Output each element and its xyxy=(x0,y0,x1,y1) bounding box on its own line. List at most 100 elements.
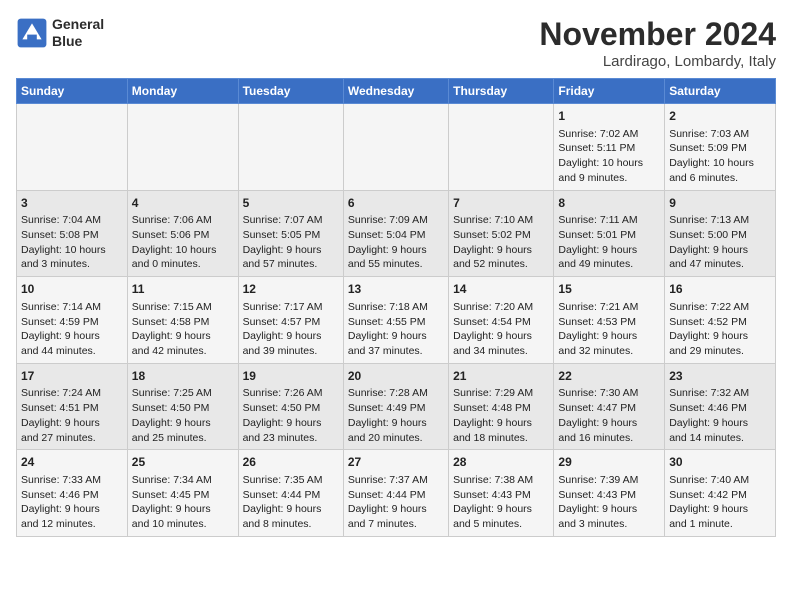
calendar-cell: 12Sunrise: 7:17 AMSunset: 4:57 PMDayligh… xyxy=(238,277,343,364)
day-info: and 18 minutes. xyxy=(453,431,549,446)
day-info: Sunset: 4:50 PM xyxy=(243,401,339,416)
calendar-cell: 15Sunrise: 7:21 AMSunset: 4:53 PMDayligh… xyxy=(554,277,665,364)
calendar-cell: 20Sunrise: 7:28 AMSunset: 4:49 PMDayligh… xyxy=(343,363,448,450)
day-info: and 8 minutes. xyxy=(243,517,339,532)
day-info: Daylight: 9 hours xyxy=(243,416,339,431)
calendar-cell xyxy=(238,104,343,191)
week-row-1: 1Sunrise: 7:02 AMSunset: 5:11 PMDaylight… xyxy=(17,104,776,191)
day-info: Daylight: 9 hours xyxy=(558,502,660,517)
day-info: Sunrise: 7:20 AM xyxy=(453,300,549,315)
calendar-cell: 3Sunrise: 7:04 AMSunset: 5:08 PMDaylight… xyxy=(17,190,128,277)
calendar-cell: 8Sunrise: 7:11 AMSunset: 5:01 PMDaylight… xyxy=(554,190,665,277)
calendar-body: 1Sunrise: 7:02 AMSunset: 5:11 PMDaylight… xyxy=(17,104,776,537)
calendar-cell: 6Sunrise: 7:09 AMSunset: 5:04 PMDaylight… xyxy=(343,190,448,277)
day-number: 20 xyxy=(348,368,444,385)
day-number: 29 xyxy=(558,454,660,471)
day-info: Sunset: 5:09 PM xyxy=(669,141,771,156)
day-number: 25 xyxy=(132,454,234,471)
day-info: Sunset: 4:46 PM xyxy=(21,488,123,503)
day-info: Daylight: 10 hours xyxy=(132,243,234,258)
day-info: Sunrise: 7:28 AM xyxy=(348,386,444,401)
day-info: Sunset: 4:53 PM xyxy=(558,315,660,330)
day-info: Sunset: 5:08 PM xyxy=(21,228,123,243)
logo-line2: Blue xyxy=(52,33,104,50)
day-info: and 39 minutes. xyxy=(243,344,339,359)
day-info: Sunset: 4:47 PM xyxy=(558,401,660,416)
day-info: Daylight: 9 hours xyxy=(669,243,771,258)
day-info: and 25 minutes. xyxy=(132,431,234,446)
day-info: Daylight: 9 hours xyxy=(21,416,123,431)
header-wednesday: Wednesday xyxy=(343,79,448,104)
calendar-cell xyxy=(17,104,128,191)
calendar-cell xyxy=(127,104,238,191)
week-row-5: 24Sunrise: 7:33 AMSunset: 4:46 PMDayligh… xyxy=(17,450,776,537)
calendar-header: SundayMondayTuesdayWednesdayThursdayFrid… xyxy=(17,79,776,104)
day-info: Sunrise: 7:34 AM xyxy=(132,473,234,488)
day-info: Daylight: 9 hours xyxy=(453,243,549,258)
day-info: Sunrise: 7:29 AM xyxy=(453,386,549,401)
day-number: 21 xyxy=(453,368,549,385)
day-info: Daylight: 10 hours xyxy=(558,156,660,171)
month-title: November 2024 xyxy=(539,16,776,53)
day-info: Sunset: 4:58 PM xyxy=(132,315,234,330)
day-info: Daylight: 10 hours xyxy=(669,156,771,171)
day-number: 1 xyxy=(558,108,660,125)
day-info: Sunset: 4:55 PM xyxy=(348,315,444,330)
day-info: and 9 minutes. xyxy=(558,171,660,186)
day-info: and 32 minutes. xyxy=(558,344,660,359)
day-info: Sunset: 4:48 PM xyxy=(453,401,549,416)
header-row: SundayMondayTuesdayWednesdayThursdayFrid… xyxy=(17,79,776,104)
calendar-cell: 19Sunrise: 7:26 AMSunset: 4:50 PMDayligh… xyxy=(238,363,343,450)
header-tuesday: Tuesday xyxy=(238,79,343,104)
header-monday: Monday xyxy=(127,79,238,104)
day-info: Sunrise: 7:33 AM xyxy=(21,473,123,488)
header-sunday: Sunday xyxy=(17,79,128,104)
day-info: Sunrise: 7:37 AM xyxy=(348,473,444,488)
calendar-cell: 16Sunrise: 7:22 AMSunset: 4:52 PMDayligh… xyxy=(665,277,776,364)
day-info: Sunrise: 7:25 AM xyxy=(132,386,234,401)
day-info: and 14 minutes. xyxy=(669,431,771,446)
day-info: Sunset: 4:42 PM xyxy=(669,488,771,503)
day-info: and 3 minutes. xyxy=(21,257,123,272)
day-number: 2 xyxy=(669,108,771,125)
header-friday: Friday xyxy=(554,79,665,104)
day-number: 9 xyxy=(669,195,771,212)
day-info: Sunrise: 7:26 AM xyxy=(243,386,339,401)
day-number: 28 xyxy=(453,454,549,471)
day-info: Daylight: 9 hours xyxy=(669,416,771,431)
day-info: Sunset: 5:11 PM xyxy=(558,141,660,156)
day-info: Sunrise: 7:02 AM xyxy=(558,127,660,142)
day-info: Daylight: 9 hours xyxy=(348,329,444,344)
day-number: 3 xyxy=(21,195,123,212)
day-info: Sunrise: 7:21 AM xyxy=(558,300,660,315)
day-number: 30 xyxy=(669,454,771,471)
day-info: Sunset: 5:01 PM xyxy=(558,228,660,243)
day-info: and 7 minutes. xyxy=(348,517,444,532)
calendar-cell: 28Sunrise: 7:38 AMSunset: 4:43 PMDayligh… xyxy=(449,450,554,537)
day-info: Sunrise: 7:17 AM xyxy=(243,300,339,315)
day-number: 27 xyxy=(348,454,444,471)
calendar-cell: 7Sunrise: 7:10 AMSunset: 5:02 PMDaylight… xyxy=(449,190,554,277)
day-info: Sunset: 5:06 PM xyxy=(132,228,234,243)
day-info: Sunset: 4:57 PM xyxy=(243,315,339,330)
day-info: Sunset: 4:50 PM xyxy=(132,401,234,416)
day-info: and 37 minutes. xyxy=(348,344,444,359)
day-number: 5 xyxy=(243,195,339,212)
day-info: Sunset: 4:49 PM xyxy=(348,401,444,416)
day-info: and 49 minutes. xyxy=(558,257,660,272)
day-info: and 57 minutes. xyxy=(243,257,339,272)
day-info: Daylight: 9 hours xyxy=(348,416,444,431)
day-info: and 3 minutes. xyxy=(558,517,660,532)
calendar-cell xyxy=(343,104,448,191)
day-info: Sunrise: 7:11 AM xyxy=(558,213,660,228)
day-info: Daylight: 9 hours xyxy=(453,502,549,517)
calendar-cell: 18Sunrise: 7:25 AMSunset: 4:50 PMDayligh… xyxy=(127,363,238,450)
day-info: and 44 minutes. xyxy=(21,344,123,359)
day-info: Sunset: 4:44 PM xyxy=(348,488,444,503)
day-info: Sunset: 4:43 PM xyxy=(453,488,549,503)
week-row-3: 10Sunrise: 7:14 AMSunset: 4:59 PMDayligh… xyxy=(17,277,776,364)
day-info: Daylight: 9 hours xyxy=(453,416,549,431)
day-info: and 27 minutes. xyxy=(21,431,123,446)
logo-icon xyxy=(16,17,48,49)
day-info: Daylight: 9 hours xyxy=(348,243,444,258)
